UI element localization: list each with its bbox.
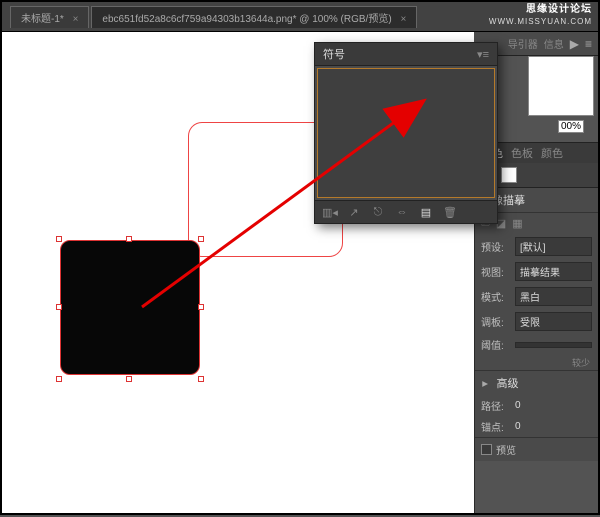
threshold-label: 阈值: [481,337,515,352]
preset-icon[interactable]: ▦ [512,217,522,230]
paths-value: 0 [515,400,521,411]
stroke-swatch[interactable] [501,167,517,183]
advanced-toggle[interactable]: ▶ 高级 [475,370,598,395]
paths-label: 路径: [481,398,515,413]
place-symbol-icon[interactable]: ↗ [343,203,365,221]
symbols-drop-area[interactable] [317,68,495,198]
nav-link[interactable]: 导引器 [508,36,538,51]
selection-handle[interactable] [56,236,62,242]
tab-swatches[interactable]: 色板 [511,145,533,161]
tab-bar: 未标题-1* × ebc651fd52a8c6cf759a94303b13644… [2,2,598,32]
threshold-slider[interactable] [515,342,592,348]
selection-handle[interactable] [126,376,132,382]
link-icon[interactable]: ⎋ [367,203,389,221]
navigator-thumbnail[interactable] [528,56,594,116]
panel-header[interactable]: 符号 ▾≡ [315,43,497,66]
tab-color2[interactable]: 颜色 [541,145,563,161]
panel-title: 符号 [323,46,345,62]
view-label: 视图: [481,264,515,279]
palette-dropdown[interactable]: 受限 [515,312,592,331]
palette-label: 调板: [481,314,515,329]
anchors-label: 锚点: [481,419,515,434]
selection-handle[interactable] [198,236,204,242]
preset-label: 预设: [481,239,515,254]
selection-handle[interactable] [56,304,62,310]
advanced-label: 高级 [497,378,519,390]
anchors-value: 0 [515,421,521,432]
chevron-right-icon: ▶ [482,379,488,388]
document-tab-active[interactable]: ebc651fd52a8c6cf759a94303b13644a.png* @ … [91,6,417,28]
symbols-panel[interactable]: 符号 ▾≡ ▥◂ ↗ ⎋ ⇔ ▤ 🗑 [314,42,498,224]
selection-handle[interactable] [198,304,204,310]
watermark: 思缘设计论坛 WWW.MISSYUAN.COM [483,2,598,30]
tab-label: 未标题-1* [21,14,64,25]
preset-dropdown[interactable]: [默认] [515,237,592,256]
selection-handle[interactable] [126,236,132,242]
selection-handle[interactable] [198,376,204,382]
mode-label: 模式: [481,289,515,304]
symbol-library-icon[interactable]: ▥◂ [319,203,341,221]
panel-menu-icon[interactable]: ▾≡ [477,48,489,61]
menu-icon[interactable]: ≡ [585,37,592,51]
break-link-icon[interactable]: ⇔ [391,203,413,221]
panel-footer: ▥◂ ↗ ⎋ ⇔ ▤ 🗑 [315,200,497,223]
selection-handle[interactable] [56,376,62,382]
new-symbol-icon[interactable]: ▤ [415,203,437,221]
watermark-main: 思缘设计论坛 [489,4,592,16]
preview-checkbox[interactable] [481,444,492,455]
view-dropdown[interactable]: 描摹结果 [515,262,592,281]
preview-label: 预览 [496,442,516,457]
close-icon[interactable]: × [400,14,406,25]
trash-icon[interactable]: 🗑 [439,203,461,221]
watermark-url: WWW.MISSYUAN.COM [489,16,592,28]
image-trace-panel: 图像描摹 ⎚ ◪ ▦ 预设: [默认] 视图: 描摹结果 模式: 黑白 调板: … [475,187,598,461]
zoom-value[interactable]: 00% [558,120,584,133]
nav-link[interactable]: 信息 [544,36,564,51]
rounded-rect-filled[interactable] [60,240,200,375]
document-tab-untitled[interactable]: 未标题-1* × [10,6,89,28]
close-icon[interactable]: × [73,14,79,25]
tab-label: ebc651fd52a8c6cf759a94303b13644a.png* @ … [102,14,391,25]
play-icon[interactable]: ▶ [570,37,579,51]
mode-dropdown[interactable]: 黑白 [515,287,592,306]
threshold-hint: 较少 [475,355,598,370]
